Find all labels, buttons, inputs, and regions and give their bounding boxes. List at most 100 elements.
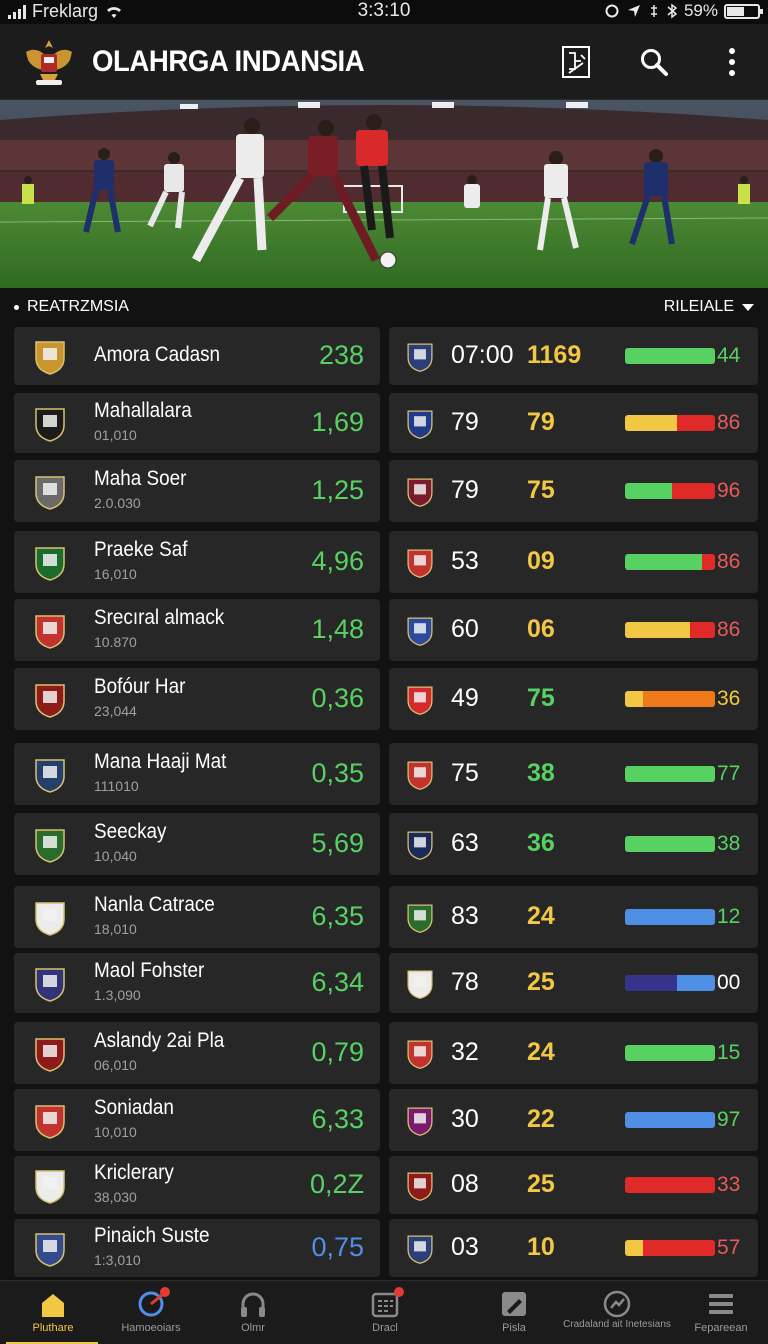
team-odds: 0,75 xyxy=(311,1232,364,1262)
team-crest-icon xyxy=(35,341,65,375)
team-odds: 4,96 xyxy=(311,546,364,576)
team-odds: 0,79 xyxy=(311,1037,364,1067)
team-name: Mana Haaji Mat xyxy=(94,750,227,773)
opponent-crest-icon xyxy=(407,617,433,646)
team-row[interactable]: Kriclerary 38,030 0,2Z xyxy=(14,1156,380,1214)
team-name: Srecıral almack xyxy=(94,606,225,629)
team-row[interactable]: Nanla Catrace 18,010 6,35 xyxy=(14,886,380,948)
match-score: 83 xyxy=(451,902,479,930)
form-bar-segment xyxy=(625,1177,715,1193)
match-row[interactable]: 03 10 57 xyxy=(389,1219,758,1277)
team-odds: 6,33 xyxy=(311,1104,364,1134)
match-row[interactable]: 08 25 33 xyxy=(389,1156,758,1214)
match-score: 49 xyxy=(451,684,479,712)
form-bar-value: 36 xyxy=(717,687,741,710)
nav-item-menu[interactable]: Fepareean xyxy=(666,1281,768,1344)
battery-percent: 59% xyxy=(683,1,718,20)
nav-item-headphones[interactable]: Olmr xyxy=(198,1281,308,1344)
overflow-menu-button[interactable] xyxy=(712,42,752,82)
search-icon xyxy=(641,49,668,76)
form-bar-segment xyxy=(625,836,715,852)
team-name: Kriclerary xyxy=(94,1161,174,1184)
nav-item-calendar[interactable]: Dracl xyxy=(330,1281,440,1344)
team-row[interactable]: Seeckay 10,040 5,69 xyxy=(14,813,380,875)
form-bar-value: 12 xyxy=(717,905,741,928)
nav-item-label: Pisla xyxy=(502,1322,526,1334)
match-points: 09 xyxy=(527,547,555,575)
team-row[interactable]: Pinaich Suste 1:3,010 0,75 xyxy=(14,1219,380,1277)
team-row[interactable]: Maol Fohster 1.3,090 6,34 xyxy=(14,953,380,1013)
bracket-button[interactable] xyxy=(556,42,596,82)
app-title: OLAHRGA INDANSIA xyxy=(92,45,365,78)
team-row[interactable]: Praeke Saf 16,010 4,96 xyxy=(14,531,380,593)
team-row[interactable]: Aslandy 2ai Pla 06,010 0,79 xyxy=(14,1022,380,1084)
sort-dropdown[interactable]: RILEIALE xyxy=(664,298,754,316)
team-record: 1.3,090 xyxy=(94,987,141,1003)
form-bar-value: 44 xyxy=(717,344,741,367)
nav-item-pencil[interactable]: Pisla xyxy=(459,1281,569,1344)
match-row[interactable]: 32 24 15 xyxy=(389,1022,758,1084)
team-row[interactable]: Mana Haaji Mat 111010 0,35 xyxy=(14,743,380,805)
match-row[interactable]: 60 06 86 xyxy=(389,599,758,661)
team-row[interactable]: Mahallalara 01,010 1,69 xyxy=(14,393,380,453)
team-crest-icon xyxy=(35,547,65,581)
nav-item-target[interactable]: Hamoeoiars xyxy=(96,1281,206,1344)
match-points: 24 xyxy=(527,902,555,930)
team-crest-icon xyxy=(35,476,65,510)
team-name: Praeke Saf xyxy=(94,538,188,561)
form-bar-value: 96 xyxy=(717,479,741,502)
form-bar-value: 77 xyxy=(717,762,741,785)
match-points: 24 xyxy=(527,1038,555,1066)
team-record: 111010 xyxy=(94,778,139,794)
team-name: Nanla Catrace xyxy=(94,893,215,916)
match-row[interactable]: 53 09 86 xyxy=(389,531,758,593)
team-crest-icon xyxy=(35,902,65,936)
team-crest-icon xyxy=(35,759,65,793)
status-bar: Freklarg 3:3:10 59% xyxy=(0,0,768,24)
match-score: 30 xyxy=(451,1105,479,1133)
team-row[interactable]: Soniadan 10,010 6,33 xyxy=(14,1089,380,1151)
match-row[interactable]: 83 24 12 xyxy=(389,886,758,948)
team-row[interactable]: Maha Soer 2.0.030 1,25 xyxy=(14,460,380,522)
form-bar-segment xyxy=(702,554,715,570)
form-bar-segment xyxy=(625,622,690,638)
team-crest-icon xyxy=(35,1233,65,1267)
team-name: Aslandy 2ai Pla xyxy=(94,1029,225,1052)
nav-item-label: Pluthare xyxy=(32,1322,74,1334)
nav-item-label: Olmr xyxy=(241,1322,265,1334)
match-row[interactable]: 79 79 86 xyxy=(389,393,758,453)
form-bar-segment xyxy=(625,415,678,431)
hero-banner xyxy=(0,100,768,288)
match-points: 10 xyxy=(527,1233,555,1261)
sort-dropdown-label: RILEIALE xyxy=(663,298,734,315)
team-name: Pinaich Suste xyxy=(94,1224,210,1247)
form-bar xyxy=(625,766,715,782)
match-row[interactable]: 63 36 38 xyxy=(389,813,758,875)
nav-item-home[interactable]: Pluthare xyxy=(0,1281,108,1344)
match-row[interactable]: 75 38 77 xyxy=(389,743,758,805)
nav-item-label: Hamoeoiars xyxy=(121,1322,181,1334)
match-row[interactable]: 79 75 96 xyxy=(389,460,758,522)
form-bar-segment xyxy=(689,622,715,638)
team-row[interactable]: Srecıral almack 10.870 1,48 xyxy=(14,599,380,661)
team-row[interactable]: Bofóur Har 23,044 0,36 xyxy=(14,668,380,730)
form-bar-value: 33 xyxy=(717,1173,741,1196)
match-row[interactable]: 78 25 00 xyxy=(389,953,758,1013)
team-crest-icon xyxy=(35,1170,65,1204)
team-odds: 238 xyxy=(318,340,364,370)
match-points: 1169 xyxy=(527,341,582,369)
team-record: 18,010 xyxy=(94,921,137,937)
match-points: 38 xyxy=(527,759,555,787)
match-row[interactable]: 30 22 97 xyxy=(389,1089,758,1151)
nav-item-gauge[interactable]: Cradaland ait Inetesians xyxy=(562,1281,672,1344)
team-crest-icon xyxy=(35,1038,65,1072)
team-crest-icon xyxy=(35,408,65,442)
form-bar-segment xyxy=(625,1240,643,1256)
team-odds: 0,2Z xyxy=(309,1169,364,1199)
search-button[interactable] xyxy=(634,42,674,82)
match-row[interactable]: 07:00 1169 44 xyxy=(389,327,758,385)
form-bar-segment xyxy=(625,909,715,925)
match-row[interactable]: 49 75 36 xyxy=(389,668,758,730)
team-record: 10,040 xyxy=(94,848,137,864)
team-row[interactable]: Amora Cadasn 238 xyxy=(14,327,380,385)
